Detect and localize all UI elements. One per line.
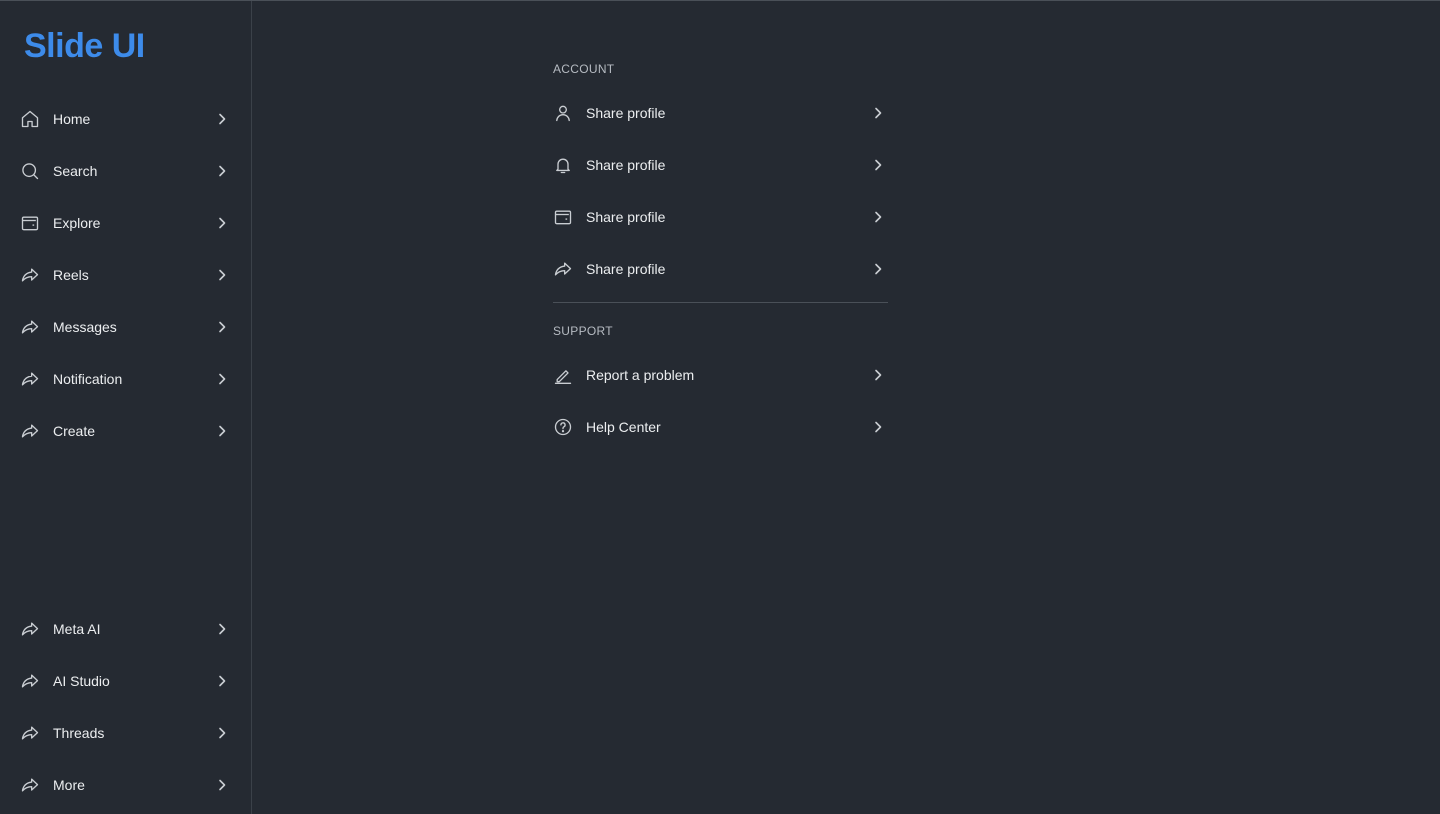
- sidebar-item-label: Create: [53, 423, 96, 439]
- share-arrow-icon: [20, 619, 40, 639]
- sidebar-item-more[interactable]: More: [0, 759, 251, 811]
- sidebar-item-ai-studio[interactable]: AI Studio: [0, 655, 251, 707]
- section-divider: [553, 302, 888, 303]
- account-item-notifications[interactable]: Share profile: [553, 139, 888, 191]
- help-circle-icon: [553, 417, 573, 437]
- support-item-help-center[interactable]: Help Center: [553, 401, 888, 453]
- sidebar-item-label: Explore: [53, 215, 101, 231]
- sidebar-item-label: Meta AI: [53, 621, 101, 637]
- bell-icon: [553, 155, 573, 175]
- chevron-right-icon: [214, 621, 230, 637]
- chevron-right-icon: [870, 419, 886, 435]
- account-item-profile[interactable]: Share profile: [553, 87, 888, 139]
- search-icon: [20, 161, 40, 181]
- sidebar-item-notification[interactable]: Notification: [0, 353, 251, 405]
- row-label: Report a problem: [586, 367, 695, 383]
- pencil-icon: [553, 365, 573, 385]
- sidebar-item-label: Messages: [53, 319, 117, 335]
- row-label: Share profile: [586, 209, 666, 225]
- sidebar-item-meta-ai[interactable]: Meta AI: [0, 603, 251, 655]
- sidebar-item-search[interactable]: Search: [0, 145, 251, 197]
- chevron-right-icon: [214, 777, 230, 793]
- share-arrow-icon: [20, 421, 40, 441]
- row-label: Share profile: [586, 261, 666, 277]
- chevron-right-icon: [214, 725, 230, 741]
- chevron-right-icon: [214, 673, 230, 689]
- chevron-right-icon: [214, 423, 230, 439]
- sidebar-item-label: Threads: [53, 725, 105, 741]
- row-label: Share profile: [586, 157, 666, 173]
- sidebar-item-messages[interactable]: Messages: [0, 301, 251, 353]
- sidebar-item-label: Home: [53, 111, 91, 127]
- chevron-right-icon: [214, 215, 230, 231]
- row-label: Help Center: [586, 419, 661, 435]
- wallet-icon: [553, 207, 573, 227]
- sidebar-item-label: Reels: [53, 267, 89, 283]
- section-title-support: SUPPORT: [553, 324, 613, 338]
- app-frame: Slide UI Home Search Explore Reels Messa…: [0, 0, 1440, 814]
- chevron-right-icon: [870, 209, 886, 225]
- sidebar-item-explore[interactable]: Explore: [0, 197, 251, 249]
- share-arrow-icon: [20, 775, 40, 795]
- chevron-right-icon: [870, 367, 886, 383]
- sidebar: Slide UI Home Search Explore Reels Messa…: [0, 1, 252, 814]
- chevron-right-icon: [870, 157, 886, 173]
- share-arrow-icon: [20, 671, 40, 691]
- share-arrow-icon: [20, 317, 40, 337]
- chevron-right-icon: [870, 105, 886, 121]
- chevron-right-icon: [214, 267, 230, 283]
- chevron-right-icon: [870, 261, 886, 277]
- sidebar-item-threads[interactable]: Threads: [0, 707, 251, 759]
- home-icon: [20, 109, 40, 129]
- chevron-right-icon: [214, 111, 230, 127]
- sidebar-item-create[interactable]: Create: [0, 405, 251, 457]
- wallet-icon: [20, 213, 40, 233]
- sidebar-item-reels[interactable]: Reels: [0, 249, 251, 301]
- share-arrow-icon: [553, 259, 573, 279]
- brand-logo[interactable]: Slide UI: [24, 27, 145, 66]
- chevron-right-icon: [214, 163, 230, 179]
- account-item-wallet[interactable]: Share profile: [553, 191, 888, 243]
- sidebar-item-label: AI Studio: [53, 673, 110, 689]
- account-item-share[interactable]: Share profile: [553, 243, 888, 295]
- chevron-right-icon: [214, 371, 230, 387]
- row-label: Share profile: [586, 105, 666, 121]
- support-item-report-problem[interactable]: Report a problem: [553, 349, 888, 401]
- share-arrow-icon: [20, 369, 40, 389]
- sidebar-item-label: More: [53, 777, 85, 793]
- user-icon: [553, 103, 573, 123]
- sidebar-item-label: Notification: [53, 371, 123, 387]
- sidebar-item-home[interactable]: Home: [0, 93, 251, 145]
- chevron-right-icon: [214, 319, 230, 335]
- section-title-account: ACCOUNT: [553, 62, 615, 76]
- share-arrow-icon: [20, 265, 40, 285]
- sidebar-item-label: Search: [53, 163, 98, 179]
- share-arrow-icon: [20, 723, 40, 743]
